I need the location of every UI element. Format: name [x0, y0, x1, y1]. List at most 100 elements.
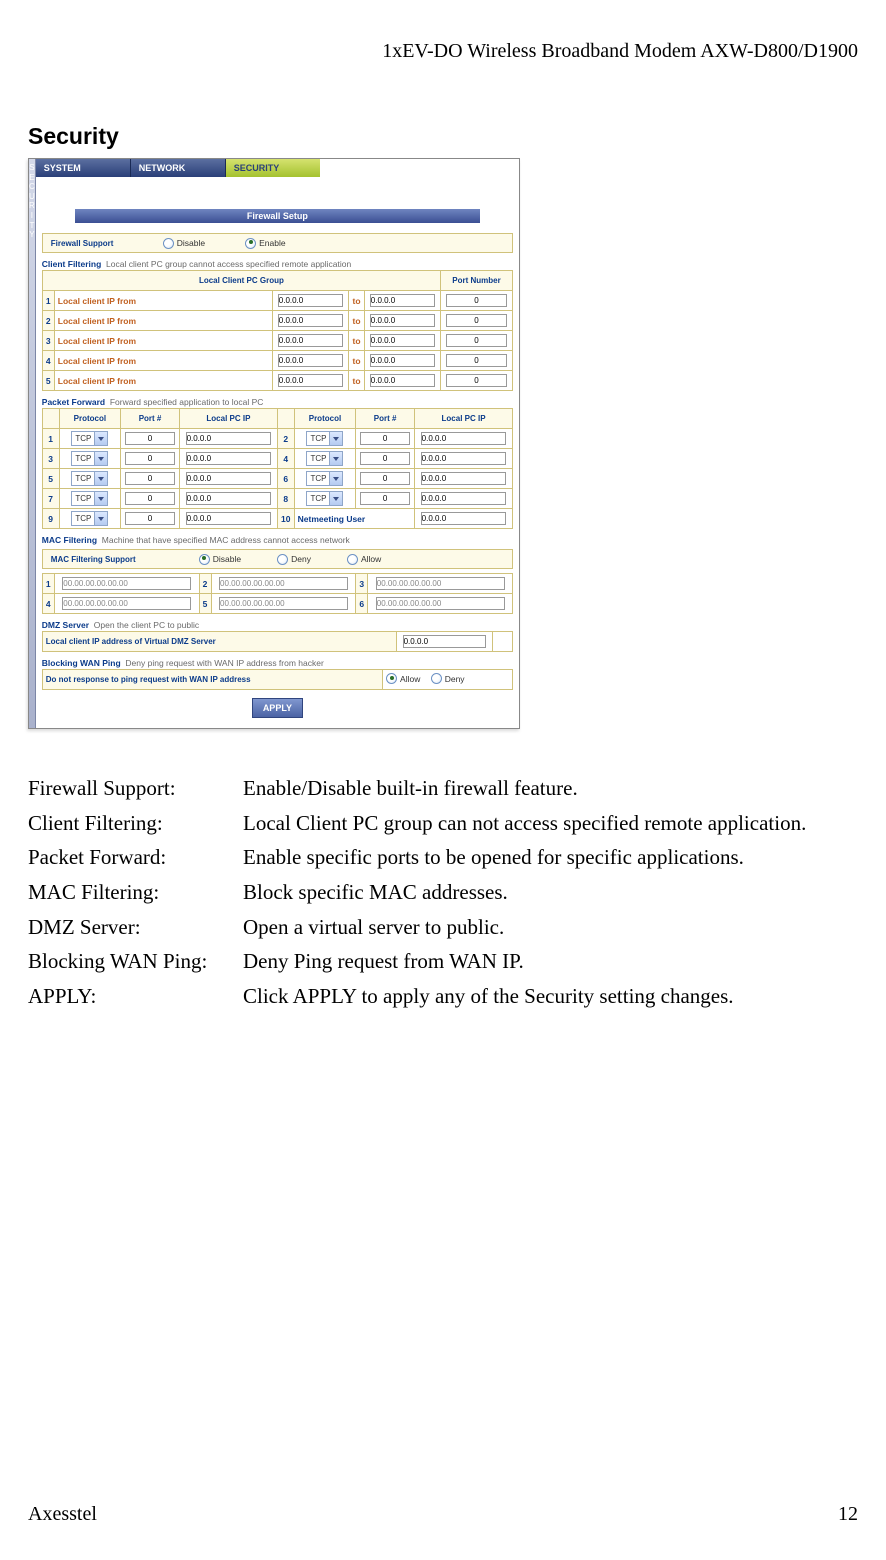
protocol-select[interactable]: TCP — [71, 491, 108, 506]
mac-deny-radio[interactable]: Deny — [277, 554, 311, 565]
netmeeting-label: Netmeeting User — [294, 509, 414, 529]
wan-deny-radio[interactable]: Deny — [431, 673, 465, 684]
packet-forward-row: 9TCP10Netmeeting User — [42, 509, 512, 529]
firewall-setup-banner: Firewall Setup — [75, 209, 480, 223]
firewall-enable-radio[interactable]: Enable — [245, 238, 285, 249]
pf-ip-input[interactable] — [421, 492, 507, 505]
dmz-ip-input[interactable] — [403, 635, 487, 648]
definition-row: Packet Forward:Enable specific ports to … — [28, 840, 858, 875]
pf-port-input[interactable] — [360, 452, 410, 465]
wan-allow-radio[interactable]: Allow — [386, 673, 420, 684]
pf-ip-input[interactable] — [186, 492, 272, 505]
definition-term: APPLY: — [28, 979, 243, 1014]
dmz-header: DMZ Server Open the client PC to public — [42, 620, 513, 630]
client-filtering-table: Local Client PC GroupPort Number 1Local … — [42, 270, 513, 391]
mac-input[interactable] — [62, 597, 191, 610]
protocol-select[interactable]: TCP — [71, 471, 108, 486]
tab-security[interactable]: SECURITY — [226, 159, 320, 177]
tab-network[interactable]: NETWORK — [131, 159, 226, 177]
pf-ip-input[interactable] — [186, 472, 272, 485]
cf-to-input[interactable] — [370, 294, 436, 307]
chevron-down-icon — [329, 432, 342, 445]
pf-port-input[interactable] — [125, 452, 175, 465]
dmz-table: Local client IP address of Virtual DMZ S… — [42, 631, 513, 652]
cf-from-input[interactable] — [278, 294, 343, 307]
mac-disable-radio[interactable]: Disable — [199, 554, 241, 565]
definition-desc: Deny Ping request from WAN IP. — [243, 944, 858, 979]
mac-input[interactable] — [62, 577, 191, 590]
top-nav: SYSTEM NETWORK SECURITY — [36, 159, 519, 177]
cf-to-input[interactable] — [370, 314, 436, 327]
chevron-down-icon — [329, 492, 342, 505]
definition-term: Client Filtering: — [28, 806, 243, 841]
page-header: 1xEV-DO Wireless Broadband Modem AXW-D80… — [28, 40, 858, 63]
cf-port-input[interactable] — [446, 314, 508, 327]
netmeeting-ip-input[interactable] — [421, 512, 507, 525]
cf-port-input[interactable] — [446, 334, 508, 347]
protocol-select[interactable]: TCP — [71, 431, 108, 446]
firewall-support-label: Firewall Support — [43, 239, 163, 248]
page-footer: Axesstel 12 — [28, 1503, 858, 1526]
cf-port-input[interactable] — [446, 374, 508, 387]
mac-row: 123 — [42, 574, 512, 594]
cf-to-input[interactable] — [370, 354, 436, 367]
definition-term: Blocking WAN Ping: — [28, 944, 243, 979]
cf-to-input[interactable] — [370, 374, 436, 387]
cf-from-input[interactable] — [278, 354, 343, 367]
definition-row: Client Filtering:Local Client PC group c… — [28, 806, 858, 841]
mac-filtering-support-row: MAC Filtering Support Disable Deny Allow — [42, 549, 513, 569]
pf-port-input[interactable] — [125, 512, 175, 525]
pf-port-input[interactable] — [360, 492, 410, 505]
chevron-down-icon — [94, 492, 107, 505]
protocol-select[interactable]: TCP — [71, 451, 108, 466]
packet-forward-row: 1TCP2TCP — [42, 429, 512, 449]
mac-input[interactable] — [219, 577, 348, 590]
pf-port-input[interactable] — [125, 472, 175, 485]
protocol-select[interactable]: TCP — [306, 431, 343, 446]
mac-allow-radio[interactable]: Allow — [347, 554, 381, 565]
mac-input[interactable] — [219, 597, 348, 610]
cf-port-input[interactable] — [446, 354, 508, 367]
pf-ip-input[interactable] — [421, 432, 507, 445]
mac-filtering-table: 123456 — [42, 573, 513, 614]
cf-from-input[interactable] — [278, 334, 343, 347]
protocol-select[interactable]: TCP — [306, 491, 343, 506]
definition-term: Packet Forward: — [28, 840, 243, 875]
pf-port-input[interactable] — [360, 472, 410, 485]
protocol-select[interactable]: TCP — [71, 511, 108, 526]
pf-port-input[interactable] — [360, 432, 410, 445]
mac-row: 456 — [42, 594, 512, 614]
firewall-disable-radio[interactable]: Disable — [163, 238, 205, 249]
definition-term: Firewall Support: — [28, 771, 243, 806]
pf-port-input[interactable] — [125, 432, 175, 445]
cf-from-input[interactable] — [278, 314, 343, 327]
definition-desc: Enable/Disable built-in firewall feature… — [243, 771, 858, 806]
mac-filtering-header: MAC Filtering Machine that have specifie… — [42, 535, 513, 545]
chevron-down-icon — [94, 452, 107, 465]
chevron-down-icon — [94, 512, 107, 525]
cf-to-input[interactable] — [370, 334, 436, 347]
tab-system[interactable]: SYSTEM — [36, 159, 131, 177]
cf-port-input[interactable] — [446, 294, 508, 307]
protocol-select[interactable]: TCP — [306, 471, 343, 486]
cf-from-input[interactable] — [278, 374, 343, 387]
client-filtering-row: 3Local client IP fromto — [42, 331, 512, 351]
protocol-select[interactable]: TCP — [306, 451, 343, 466]
packet-forward-table: Protocol Port # Local PC IP Protocol Por… — [42, 408, 513, 529]
pf-ip-input[interactable] — [421, 452, 507, 465]
mac-input[interactable] — [376, 577, 505, 590]
pf-ip-input[interactable] — [421, 472, 507, 485]
pf-ip-input[interactable] — [186, 452, 272, 465]
pf-port-input[interactable] — [125, 492, 175, 505]
packet-forward-row: 5TCP6TCP — [42, 469, 512, 489]
pf-ip-input[interactable] — [186, 432, 272, 445]
packet-forward-header: Packet Forward Forward specified applica… — [42, 397, 513, 407]
definition-desc: Open a virtual server to public. — [243, 910, 858, 945]
apply-button[interactable]: APPLY — [252, 698, 303, 718]
definition-desc: Enable specific ports to be opened for s… — [243, 840, 858, 875]
chevron-down-icon — [94, 472, 107, 485]
mac-input[interactable] — [376, 597, 505, 610]
screenshot-security: S E C U R I T Y SYSTEM NETWORK SECURITY … — [28, 158, 520, 729]
pf-ip-input[interactable] — [186, 512, 272, 525]
client-filtering-row: 2Local client IP fromto — [42, 311, 512, 331]
